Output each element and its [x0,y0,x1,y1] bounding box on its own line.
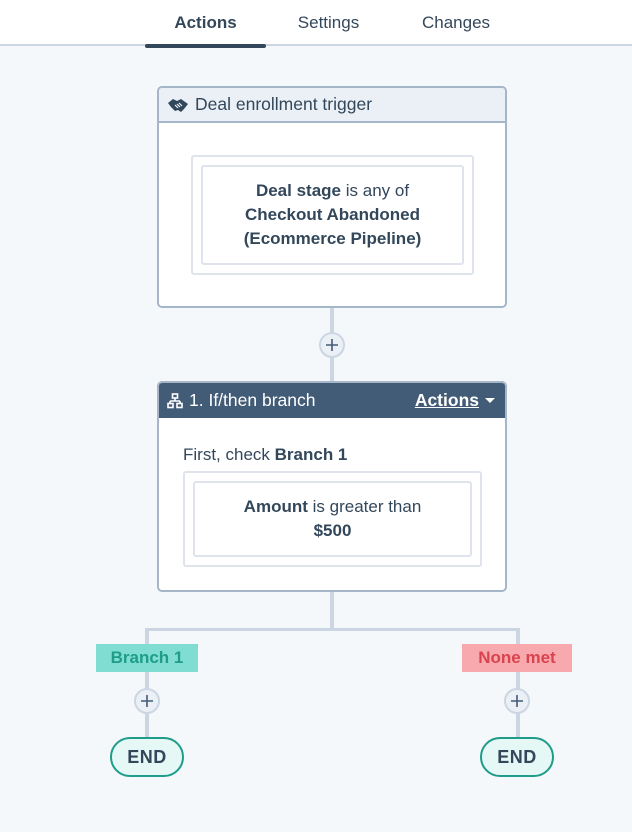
branch-filter[interactable]: Amount is greater than $500 [193,481,472,557]
branch-filter-value: $500 [313,521,352,540]
plus-icon [326,339,338,351]
handshake-icon [167,97,189,113]
none-met-label: None met [462,644,572,672]
trigger-filter-line1: Deal stage is any of [256,179,409,203]
add-action-branch-1-button[interactable] [134,688,160,714]
branch-actions-label: Actions [414,390,479,410]
add-action-button[interactable] [319,332,345,358]
trigger-filter-value-2: (Ecommerce Pipeline) [243,229,422,248]
connector-branch-horizontal [145,628,520,631]
add-action-none-met-button[interactable] [504,688,530,714]
branch-filter-line1: Amount is greater than [244,495,422,519]
plus-icon [511,695,523,707]
tab-actions[interactable]: Actions [145,0,266,48]
tab-settings[interactable]: Settings [266,0,391,46]
none-met-end: END [480,737,554,777]
first-check-text: First, check Branch 1 [183,445,347,465]
trigger-header: Deal enrollment trigger [159,88,505,123]
branch-header: 1. If/then branch Actions [159,383,505,418]
if-then-branch-card[interactable]: 1. If/then branch Actions First, check B… [157,381,507,592]
first-check-prefix: First, check [183,445,270,464]
trigger-filter-value-1: Checkout Abandoned [244,205,421,224]
branch-filter-operator: is greater than [312,497,422,516]
tab-bar: Actions Settings Changes [0,0,632,48]
tab-changes[interactable]: Changes [391,0,521,46]
branch-1-label: Branch 1 [96,644,198,672]
caret-down-icon [485,398,495,403]
enrollment-trigger-card[interactable]: Deal enrollment trigger Deal stage is an… [157,86,507,308]
connector-branch-down [330,591,334,631]
branch-filter-property: Amount [243,497,308,516]
branch-1-end: END [110,737,184,777]
branch-icon [167,392,183,409]
plus-icon [141,695,153,707]
trigger-filter-operator: is any of [345,181,410,200]
trigger-title: Deal enrollment trigger [195,94,373,114]
branch-actions-dropdown[interactable]: Actions [415,390,495,411]
trigger-filter-property: Deal stage [255,181,341,200]
branch-title: 1. If/then branch [189,390,316,410]
trigger-filter[interactable]: Deal stage is any of Checkout Abandoned … [201,165,464,265]
first-check-branch: Branch 1 [274,445,348,464]
